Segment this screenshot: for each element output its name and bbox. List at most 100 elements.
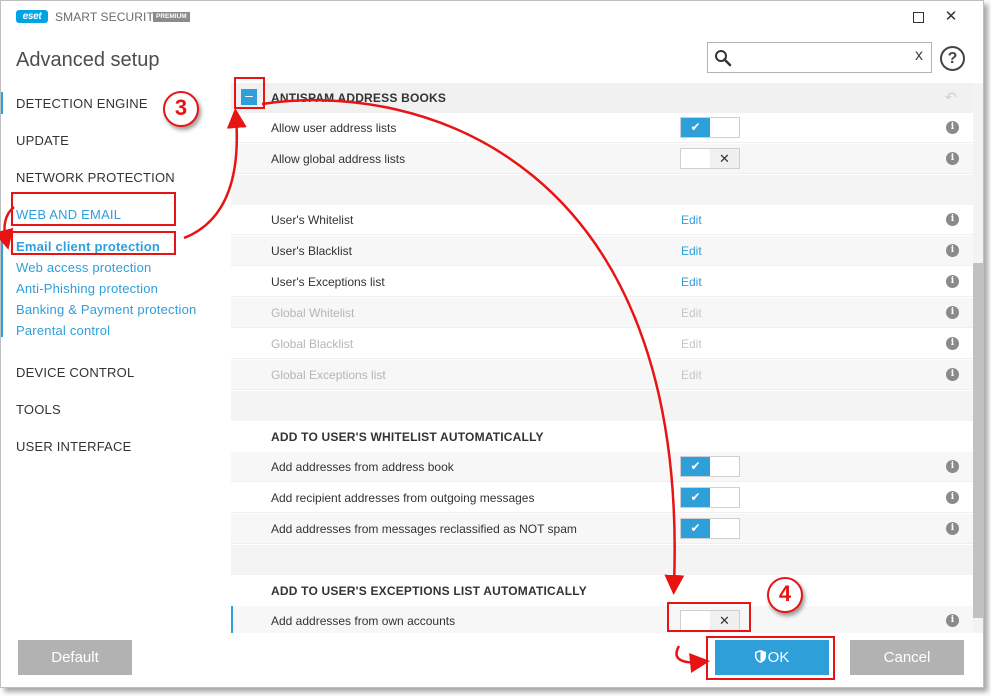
list-row-user-exceptions: User's Exceptions list Edit i (231, 267, 973, 297)
setting-row-allow-user-lists: Allow user address lists ✔ i (231, 113, 973, 143)
list-row-user-whitelist: User's Whitelist Edit i (231, 205, 973, 235)
annotation-step-4: 4 (767, 577, 803, 613)
check-icon: ✔ (681, 488, 710, 507)
list-row-user-blacklist: User's Blacklist Edit i (231, 236, 973, 266)
info-icon[interactable]: i (946, 337, 959, 350)
info-icon[interactable]: i (946, 213, 959, 226)
info-icon[interactable]: i (946, 368, 959, 381)
section-header-antispam: – ANTISPAM ADDRESS BOOKS ↶ (231, 83, 973, 113)
close-button[interactable]: ✕ (939, 5, 963, 29)
help-button[interactable]: ? (940, 46, 965, 71)
setting-row-add-reclassified: Add addresses from messages reclassified… (231, 514, 973, 544)
page-title: Advanced setup (16, 49, 160, 71)
edit-global-exceptions-link: Edit (681, 368, 702, 382)
list-row-global-exceptions: Global Exceptions list Edit i (231, 360, 973, 390)
search-clear-icon[interactable]: x (915, 47, 923, 65)
annotation-box-ok-button (706, 636, 835, 680)
scrollbar-track[interactable] (973, 83, 983, 633)
toggle-add-reclassified[interactable]: ✔ (680, 518, 740, 539)
sidebar-item-device-control[interactable]: DEVICE CONTROL (16, 365, 134, 380)
close-icon: ✕ (944, 8, 958, 25)
spacer-row (231, 545, 973, 576)
cancel-button[interactable]: Cancel (850, 640, 964, 675)
annotation-box-email-client (11, 231, 176, 255)
setting-label: Add addresses from own accounts (271, 614, 456, 628)
list-label: User's Exceptions list (271, 275, 385, 289)
sidebar-item-user-interface[interactable]: USER INTERFACE (16, 439, 131, 454)
info-icon[interactable]: i (946, 275, 959, 288)
setting-label: Allow global address lists (271, 152, 406, 166)
annotation-box-collapse (234, 77, 265, 109)
edit-user-exceptions-link[interactable]: Edit (681, 275, 702, 289)
edit-user-whitelist-link[interactable]: Edit (681, 213, 702, 227)
sidebar-item-tools[interactable]: TOOLS (16, 402, 61, 417)
maximize-button[interactable] (907, 5, 931, 29)
annotation-box-own-accounts-toggle (667, 602, 751, 632)
section-header-exceptions-auto: ADD TO USER'S EXCEPTIONS LIST AUTOMATICA… (231, 575, 973, 605)
section-title-whitelist-auto: ADD TO USER'S WHITELIST AUTOMATICALLY (271, 430, 544, 444)
search-box: x (707, 42, 932, 73)
setting-row-add-from-address-book: Add addresses from address book ✔ i (231, 452, 973, 482)
info-icon[interactable]: i (946, 460, 959, 473)
settings-panel: – ANTISPAM ADDRESS BOOKS ↶ Allow user ad… (231, 83, 973, 633)
sidebar-submenu-marker (1, 233, 3, 337)
toggle-allow-global-lists[interactable]: ✕ (680, 148, 740, 169)
list-row-global-blacklist: Global Blacklist Edit i (231, 329, 973, 359)
sidebar-sub-banking-payment-protection[interactable]: Banking & Payment protection (16, 302, 196, 317)
list-row-global-whitelist: Global Whitelist Edit i (231, 298, 973, 328)
default-button[interactable]: Default (18, 640, 132, 675)
annotation-step-3: 3 (163, 91, 199, 127)
list-label: Global Exceptions list (271, 368, 386, 382)
sidebar-sub-web-access-protection[interactable]: Web access protection (16, 260, 151, 275)
spacer-row (231, 175, 973, 206)
sidebar-sub-parental-control[interactable]: Parental control (16, 323, 110, 338)
setting-row-allow-global-lists: Allow global address lists ✕ i (231, 144, 973, 174)
premium-badge: PREMIUM (153, 12, 190, 22)
title-bar: eset SMART SECURITY PREMIUM ✕ (1, 1, 983, 33)
annotation-box-web-and-email (11, 192, 176, 226)
setting-row-add-recipient-addresses: Add recipient addresses from outgoing me… (231, 483, 973, 513)
list-label: User's Blacklist (271, 244, 352, 258)
setting-row-add-own-accounts: Add addresses from own accounts ✕ i (231, 606, 973, 633)
list-label: User's Whitelist (271, 213, 354, 227)
row-focus-accent (231, 606, 233, 633)
info-icon[interactable]: i (946, 522, 959, 535)
setting-label: Add addresses from messages reclassified… (271, 522, 577, 536)
info-icon[interactable]: i (946, 306, 959, 319)
setting-label: Allow user address lists (271, 121, 397, 135)
sidebar-sub-anti-phishing-protection[interactable]: Anti-Phishing protection (16, 281, 158, 296)
section-title-exceptions-auto: ADD TO USER'S EXCEPTIONS LIST AUTOMATICA… (271, 584, 587, 598)
footer: Default OK Cancel (1, 633, 983, 687)
info-icon[interactable]: i (946, 152, 959, 165)
edit-global-whitelist-link: Edit (681, 306, 702, 320)
info-icon[interactable]: i (946, 121, 959, 134)
info-icon[interactable]: i (946, 244, 959, 257)
sidebar-item-update[interactable]: UPDATE (16, 133, 69, 148)
spacer-row (231, 391, 973, 422)
info-icon[interactable]: i (946, 614, 959, 627)
advanced-setup-window: eset SMART SECURITY PREMIUM ✕ Advanced s… (0, 0, 984, 688)
search-icon (715, 50, 732, 67)
edit-global-blacklist-link: Edit (681, 337, 702, 351)
section-title-antispam: ANTISPAM ADDRESS BOOKS (271, 91, 447, 105)
toggle-add-recipient-addresses[interactable]: ✔ (680, 487, 740, 508)
edit-user-blacklist-link[interactable]: Edit (681, 244, 702, 258)
check-icon: ✔ (681, 519, 710, 538)
check-icon: ✔ (681, 457, 710, 476)
revert-icon: ↶ (945, 89, 957, 105)
scrollbar-thumb[interactable] (973, 263, 983, 618)
cross-icon: ✕ (710, 149, 739, 168)
info-icon[interactable]: i (946, 491, 959, 504)
sidebar-marker-detection (1, 92, 3, 114)
list-label: Global Whitelist (271, 306, 355, 320)
search-input[interactable] (736, 46, 901, 69)
toggle-add-from-address-book[interactable]: ✔ (680, 456, 740, 477)
setting-label: Add recipient addresses from outgoing me… (271, 491, 535, 505)
setting-label: Add addresses from address book (271, 460, 454, 474)
section-header-whitelist-auto: ADD TO USER'S WHITELIST AUTOMATICALLY (231, 421, 973, 451)
sidebar-item-detection-engine[interactable]: DETECTION ENGINE (16, 96, 148, 111)
product-name: SMART SECURITY (55, 10, 162, 24)
maximize-icon (913, 12, 924, 23)
toggle-allow-user-lists[interactable]: ✔ (680, 117, 740, 138)
sidebar-item-network-protection[interactable]: NETWORK PROTECTION (16, 170, 175, 185)
